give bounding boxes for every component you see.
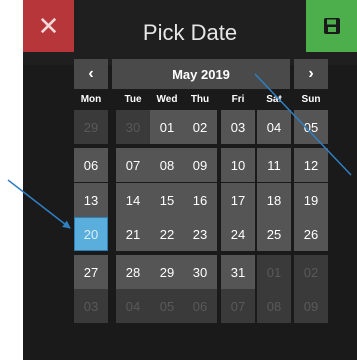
- day-cell[interactable]: 18: [257, 183, 291, 217]
- day-cell[interactable]: 09: [183, 148, 217, 182]
- day-cell[interactable]: 24: [221, 217, 255, 251]
- day-cell[interactable]: 02: [183, 110, 217, 144]
- day-cell[interactable]: 30: [183, 255, 217, 289]
- weekday-sun: Sun: [301, 94, 321, 105]
- day-cell-selected[interactable]: 20: [74, 217, 108, 251]
- day-cell[interactable]: 06: [74, 148, 108, 182]
- next-month-button[interactable]: ›: [294, 59, 328, 89]
- day-cell[interactable]: 21: [116, 217, 150, 251]
- day-cell[interactable]: 17: [221, 183, 255, 217]
- weekday-thu: Thu: [190, 94, 210, 105]
- day-cell[interactable]: 07: [221, 289, 255, 323]
- save-icon: [323, 18, 340, 34]
- day-cell[interactable]: 10: [221, 148, 255, 182]
- weekday-fri: Fri: [231, 94, 245, 105]
- day-cell[interactable]: 06: [183, 289, 217, 323]
- day-cell[interactable]: 04: [257, 110, 291, 144]
- day-cell[interactable]: 30: [116, 110, 150, 144]
- header-bar: ✕ Pick Date: [23, 0, 357, 65]
- day-cell[interactable]: 02: [294, 255, 328, 289]
- day-cell[interactable]: 23: [183, 217, 217, 251]
- day-cell[interactable]: 22: [150, 217, 184, 251]
- day-cell[interactable]: 03: [74, 289, 108, 323]
- day-cell[interactable]: 01: [257, 255, 291, 289]
- day-cell[interactable]: 27: [74, 255, 108, 289]
- save-button[interactable]: [306, 0, 357, 52]
- day-cell[interactable]: 14: [116, 183, 150, 217]
- weekday-wed: Wed: [156, 94, 178, 105]
- date-picker-dialog: ✕ Pick Date ‹ May 2019 › Mon Tue Wed Thu Fri…: [23, 0, 357, 360]
- dialog-title: Pick Date: [142, 19, 238, 45]
- day-cell[interactable]: 25: [257, 217, 291, 251]
- weekday-sat: Sat: [266, 94, 282, 105]
- close-button[interactable]: ✕: [23, 0, 74, 52]
- day-cell[interactable]: 11: [257, 148, 291, 182]
- day-cell[interactable]: 19: [294, 183, 328, 217]
- day-cell[interactable]: 05: [294, 110, 328, 144]
- day-cell[interactable]: 05: [150, 289, 184, 323]
- day-cell[interactable]: 08: [257, 289, 291, 323]
- day-cell[interactable]: 15: [150, 183, 184, 217]
- day-cell[interactable]: 03: [221, 110, 255, 144]
- day-cell[interactable]: 31: [221, 255, 255, 289]
- day-cell[interactable]: 29: [74, 110, 108, 144]
- day-cell[interactable]: 13: [74, 183, 108, 217]
- day-cell[interactable]: 16: [183, 183, 217, 217]
- day-cell[interactable]: 29: [150, 255, 184, 289]
- day-cell[interactable]: 04: [116, 289, 150, 323]
- day-cell[interactable]: 12: [294, 148, 328, 182]
- weekday-mon: Mon: [80, 94, 102, 105]
- weekday-tue: Tue: [124, 94, 142, 105]
- day-cell[interactable]: 08: [150, 148, 184, 182]
- prev-month-button[interactable]: ‹: [74, 59, 108, 89]
- close-icon: ✕: [37, 10, 60, 41]
- day-cell[interactable]: 26: [294, 217, 328, 251]
- day-cell[interactable]: 28: [116, 255, 150, 289]
- month-year-label[interactable]: May 2019: [112, 59, 290, 89]
- day-cell[interactable]: 07: [116, 148, 150, 182]
- day-cell[interactable]: 01: [150, 110, 184, 144]
- day-cell[interactable]: 09: [294, 289, 328, 323]
